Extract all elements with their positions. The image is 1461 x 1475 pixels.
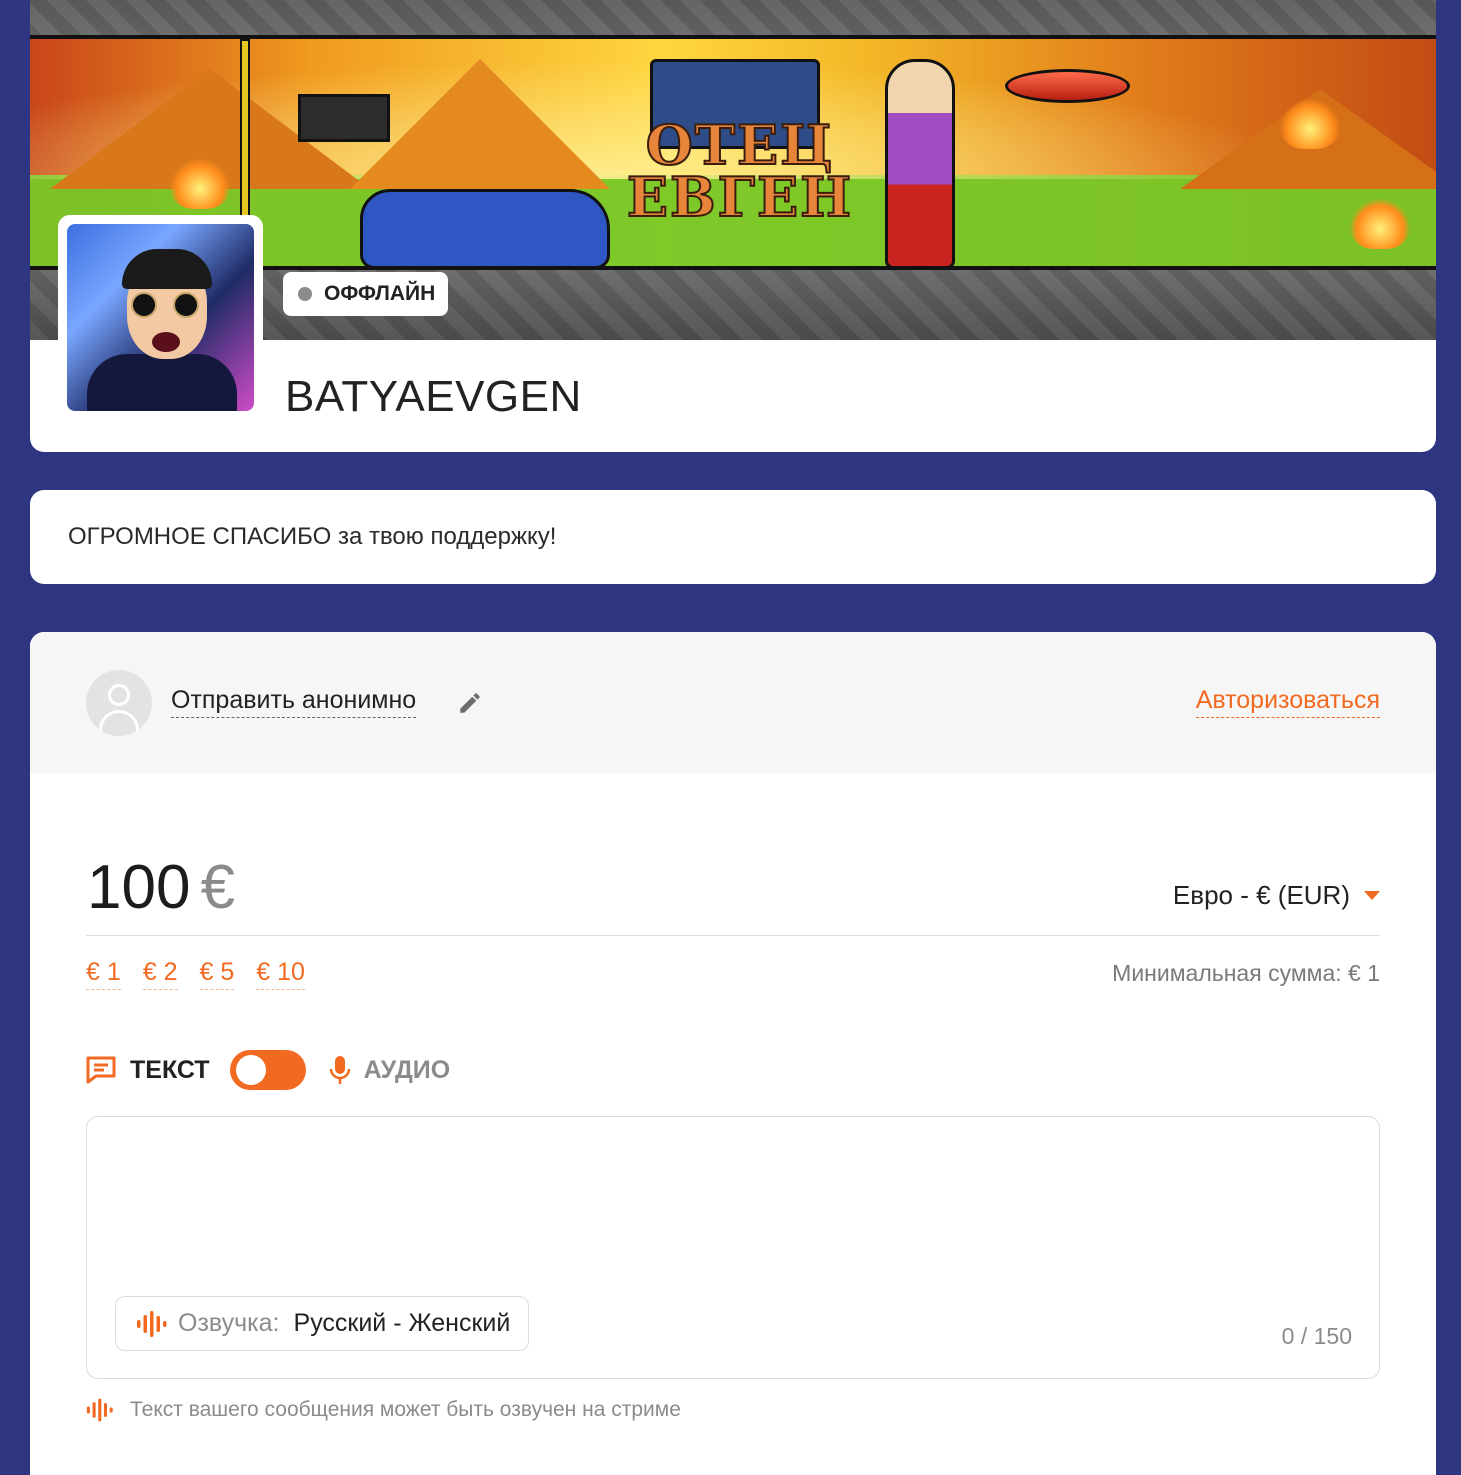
banner-logo: ОТЕЦ ЕВГЕН [626, 113, 854, 229]
send-anonymously-button[interactable]: Отправить анонимно [171, 686, 417, 718]
login-link[interactable]: Авторизоваться [1195, 686, 1380, 718]
banner-billboard [298, 94, 390, 142]
quick-amounts: € 1 € 2 € 5 € 10 [86, 958, 305, 990]
avatar-mouth [152, 332, 180, 352]
streamer-avatar [67, 224, 254, 411]
currency-selected: Евро - € (EUR) [1172, 880, 1350, 910]
banner-fire [1280, 99, 1340, 149]
avatar-hat [122, 249, 212, 289]
chevron-down-icon [1364, 891, 1380, 900]
banner-car [360, 189, 610, 269]
message-mode-switch: ТЕКСТ АУДИО [86, 1048, 450, 1092]
banner-pole [240, 39, 250, 239]
avatar-jacket [87, 354, 237, 411]
text-audio-toggle[interactable] [229, 1050, 306, 1090]
mode-text-label[interactable]: ТЕКСТ [130, 1056, 210, 1085]
quick-amount-button[interactable]: € 2 [142, 958, 178, 990]
toggle-knob [235, 1055, 266, 1085]
tts-note-text: Текст вашего сообщения может быть озвуче… [130, 1398, 681, 1421]
banner-zeppelin [1005, 69, 1130, 103]
quick-amount-button[interactable]: € 5 [199, 958, 235, 990]
avatar-glasses [131, 292, 157, 318]
sender-section: Отправить анонимно Авторизоваться [30, 632, 1436, 773]
voice-label: Озвучка: [178, 1309, 280, 1337]
minimum-amount-note: Минимальная сумма: € 1 [1112, 960, 1380, 986]
amount-value[interactable]: 100 [87, 853, 190, 922]
amount-input[interactable]: 100 € [87, 852, 235, 923]
message-input[interactable] [107, 1133, 1357, 1283]
thanks-message-card: ОГРОМНОЕ СПАСИБО за твою поддержку! [30, 490, 1436, 584]
banner-fire [170, 159, 230, 209]
user-placeholder-icon [86, 670, 152, 736]
donation-form: Отправить анонимно Авторизоваться 100 € Е… [30, 632, 1436, 1475]
message-box: Озвучка: Русский - Женский 0 / 150 [86, 1116, 1380, 1379]
streamer-header-card: ОТЕЦ ЕВГЕН ОФФЛАЙН BATYAEVGEN [30, 0, 1436, 452]
streamer-name: BATYAEVGEN [285, 372, 582, 421]
thanks-message: ОГРОМНОЕ СПАСИБО за твою поддержку! [68, 523, 557, 550]
character-counter: 0 / 150 [1281, 1323, 1352, 1349]
banner-fire [1350, 199, 1410, 249]
soundwave-icon [86, 1398, 113, 1422]
voice-value: Русский - Женский [293, 1309, 511, 1337]
soundwave-icon [137, 1310, 167, 1337]
currency-dropdown[interactable]: Евро - € (EUR) [1173, 880, 1380, 911]
mode-audio-label[interactable]: АУДИО [364, 1056, 451, 1085]
streamer-avatar-frame [58, 215, 263, 420]
status-label: ОФФЛАЙН [324, 282, 436, 305]
status-dot-icon [298, 287, 312, 301]
tts-note: Текст вашего сообщения может быть озвуче… [86, 1398, 681, 1422]
quick-amount-button[interactable]: € 1 [86, 958, 121, 990]
chat-icon [86, 1056, 116, 1084]
status-badge: ОФФЛАЙН [283, 272, 449, 316]
avatar-glasses [173, 292, 199, 318]
quick-amount-button[interactable]: € 10 [256, 958, 305, 990]
amount-row: 100 € Евро - € (EUR) [86, 852, 1380, 936]
amount-currency-symbol: € [200, 853, 235, 922]
mic-icon [329, 1056, 350, 1084]
voice-selector[interactable]: Озвучка: Русский - Женский [115, 1296, 530, 1351]
pencil-icon[interactable] [457, 690, 483, 716]
banner-character [885, 59, 955, 269]
